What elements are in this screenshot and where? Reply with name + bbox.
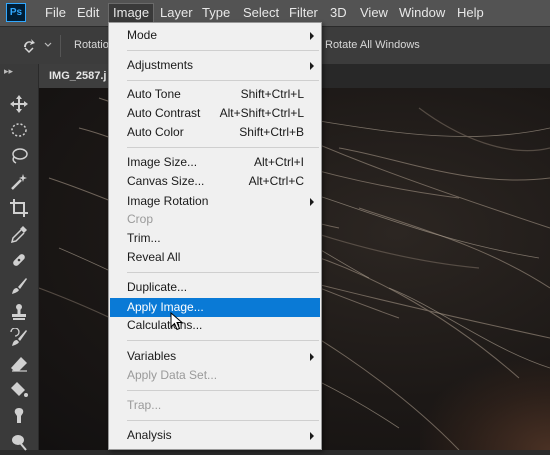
menu-divider <box>127 147 319 148</box>
menu-item-shortcut: Shift+Ctrl+B <box>239 125 304 139</box>
menu-select[interactable]: Select <box>239 4 283 22</box>
menu-item-analysis[interactable]: Analysis <box>110 426 320 445</box>
menu-divider <box>127 420 319 421</box>
eyedropper-tool-icon[interactable] <box>9 224 29 244</box>
menu-window[interactable]: Window <box>395 4 449 22</box>
menu-item-variables[interactable]: Variables <box>110 347 320 366</box>
menu-item-shortcut: Alt+Ctrl+I <box>253 155 304 169</box>
menu-edit[interactable]: Edit <box>73 4 103 22</box>
menu-item-label: Canvas Size... <box>127 174 205 188</box>
menu-item-label: Image Rotation <box>127 194 209 208</box>
dodge-tool-icon[interactable] <box>9 432 29 452</box>
menu-3d[interactable]: 3D <box>326 4 351 22</box>
menu-item-apply-image[interactable]: Apply Image... <box>110 298 320 317</box>
submenu-arrow-icon <box>310 62 314 70</box>
clone-stamp-tool-icon[interactable] <box>9 302 29 322</box>
menu-item-label: Image Size... <box>127 155 198 169</box>
menu-divider <box>127 50 319 51</box>
menu-item-image-rotation[interactable]: Image Rotation <box>110 192 320 211</box>
menu-item-label: Analysis <box>127 428 172 442</box>
menu-item-label: Trap... <box>127 398 162 412</box>
paint-bucket-tool-icon[interactable] <box>9 380 29 400</box>
menu-item-image-size[interactable]: Image Size... Alt+Ctrl+I <box>110 153 320 172</box>
menu-item-shortcut: Alt+Shift+Ctrl+L <box>219 106 304 120</box>
menu-item-label: Calculations... <box>127 318 203 332</box>
menu-item-mode[interactable]: Mode <box>110 26 320 45</box>
menu-item-label: Auto Color <box>127 125 184 139</box>
menu-item-auto-contrast[interactable]: Auto Contrast Alt+Shift+Ctrl+L <box>110 104 320 123</box>
menu-item-label: Variables <box>127 349 177 363</box>
menu-item-label: Apply Image... <box>127 300 204 314</box>
menu-item-shortcut: Shift+Ctrl+L <box>240 87 304 101</box>
menu-divider <box>127 390 319 391</box>
submenu-arrow-icon <box>310 32 314 40</box>
menu-item-shortcut: Alt+Ctrl+C <box>248 174 304 188</box>
crop-tool-icon[interactable] <box>9 198 29 218</box>
menu-help[interactable]: Help <box>453 4 488 22</box>
chevron-down-icon[interactable] <box>44 41 52 49</box>
collapse-panel-icon[interactable]: ▸▸ <box>4 66 13 77</box>
menu-filter[interactable]: Filter <box>285 4 322 22</box>
menu-item-label: Reveal All <box>127 250 181 264</box>
menu-item-trim[interactable]: Trim... <box>110 229 320 248</box>
menu-item-calculations[interactable]: Calculations... <box>110 316 320 335</box>
menu-item-reveal-all[interactable]: Reveal All <box>110 248 320 267</box>
submenu-arrow-icon <box>310 353 314 361</box>
menu-view[interactable]: View <box>356 4 392 22</box>
menu-item-label: Auto Tone <box>127 87 181 101</box>
menu-item-label: Duplicate... <box>127 280 188 294</box>
healing-brush-tool-icon[interactable] <box>9 250 29 270</box>
menu-item-label: Mode <box>127 28 158 42</box>
menu-layer[interactable]: Layer <box>156 4 197 22</box>
menu-item-auto-tone[interactable]: Auto Tone Shift+Ctrl+L <box>110 85 320 104</box>
submenu-arrow-icon <box>310 432 314 440</box>
menu-item-trap: Trap... <box>110 396 320 415</box>
menu-type[interactable]: Type <box>198 4 234 22</box>
menu-item-auto-color[interactable]: Auto Color Shift+Ctrl+B <box>110 123 320 142</box>
menu-item-label: Trim... <box>127 231 161 245</box>
photoshop-logo-icon: Ps <box>6 3 26 22</box>
mouse-cursor-icon <box>170 312 184 331</box>
submenu-arrow-icon <box>310 198 314 206</box>
menu-divider <box>127 272 319 273</box>
menu-item-duplicate[interactable]: Duplicate... <box>110 278 320 297</box>
lasso-tool-icon[interactable] <box>9 146 29 166</box>
menu-item-adjustments[interactable]: Adjustments <box>110 56 320 75</box>
menu-item-label: Adjustments <box>127 58 194 72</box>
menu-divider <box>127 80 319 81</box>
menu-divider <box>127 340 319 341</box>
magic-wand-tool-icon[interactable] <box>9 172 29 192</box>
document-tab[interactable]: IMG_2587.j <box>39 64 109 88</box>
menu-file[interactable]: File <box>41 4 70 22</box>
smudge-tool-icon[interactable] <box>9 406 29 426</box>
eraser-tool-icon[interactable] <box>9 354 29 374</box>
brush-tool-icon[interactable] <box>9 276 29 296</box>
tools-panel: ▸▸ <box>0 64 39 452</box>
image-menu-dropdown: Mode Adjustments Auto Tone Shift+Ctrl+L … <box>108 22 322 450</box>
marquee-tool-icon[interactable] <box>9 120 29 140</box>
menu-item-label: Crop <box>127 212 154 226</box>
rotate-all-windows-checkbox-label[interactable]: Rotate All Windows <box>325 39 420 51</box>
divider <box>60 35 61 57</box>
menu-item-apply-data-set: Apply Data Set... <box>110 366 320 385</box>
menu-item-canvas-size[interactable]: Canvas Size... Alt+Ctrl+C <box>110 172 320 191</box>
menu-item-label: Auto Contrast <box>127 106 201 120</box>
menu-item-label: Apply Data Set... <box>127 368 218 382</box>
menu-image[interactable]: Image <box>108 3 155 23</box>
menu-item-crop: Crop <box>110 210 320 229</box>
move-tool-icon[interactable] <box>9 94 29 114</box>
history-brush-tool-icon[interactable] <box>9 327 29 348</box>
rotate-view-tool-icon[interactable] <box>20 37 38 55</box>
